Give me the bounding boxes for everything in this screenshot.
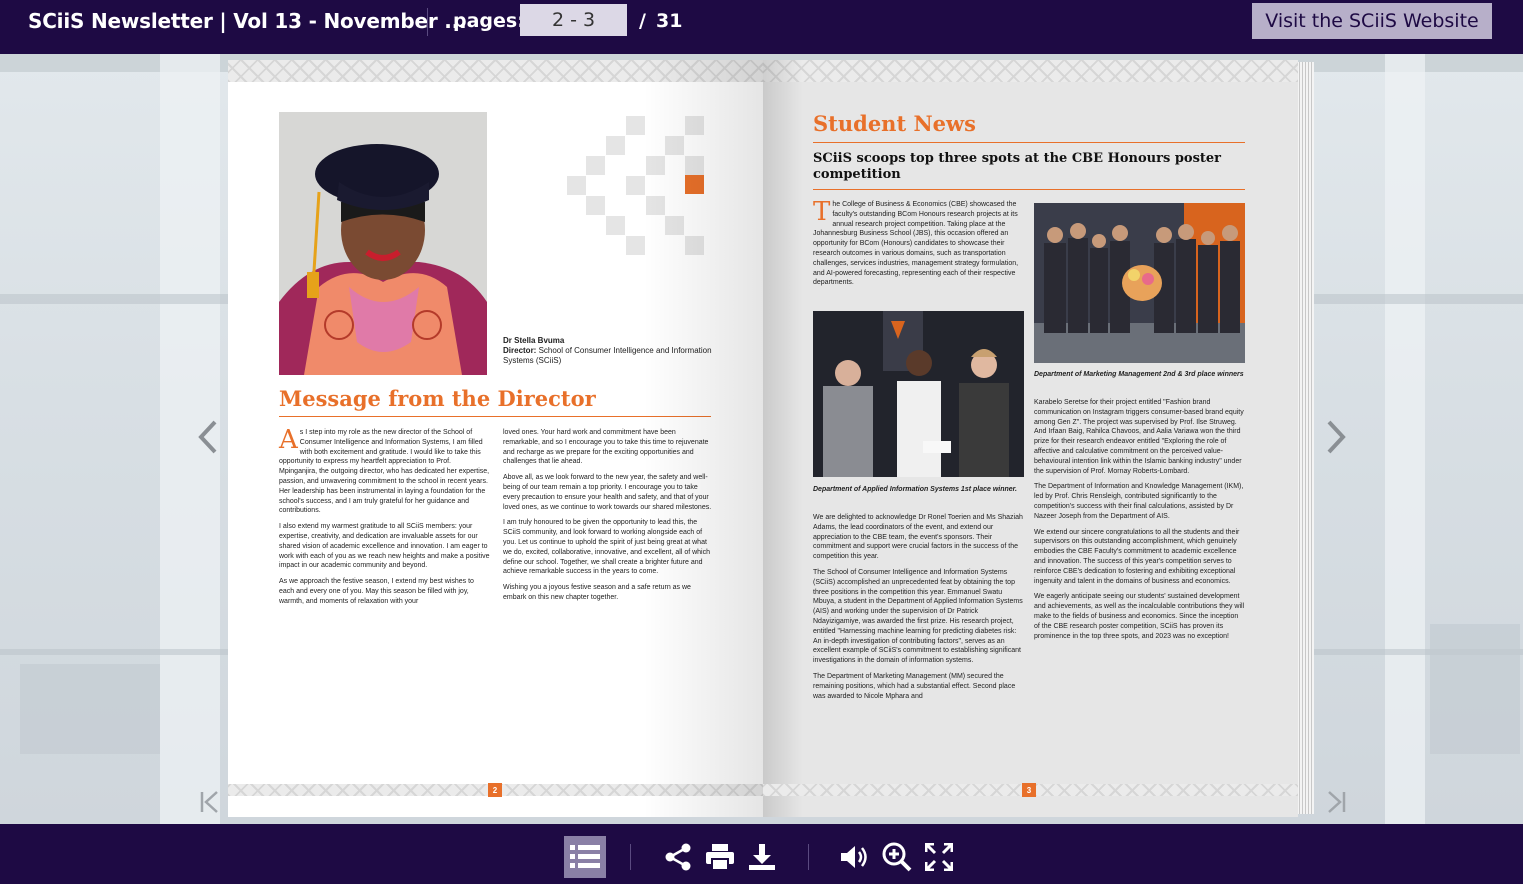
pages-label: pages: <box>453 10 525 32</box>
page-heading: Student News <box>813 111 976 136</box>
page-number-input[interactable] <box>520 4 627 36</box>
heading-rule <box>813 142 1245 143</box>
document-title: SCiiS Newsletter | Vol 13 - November ... <box>28 9 467 33</box>
first-page-icon[interactable] <box>190 782 230 822</box>
paragraph: s I step into my role as the new directo… <box>279 429 490 515</box>
share-icon[interactable] <box>657 836 699 878</box>
divider <box>427 8 428 36</box>
director-portrait <box>279 112 487 375</box>
top-bar: SCiiS Newsletter | Vol 13 - November ...… <box>0 0 1523 54</box>
previous-page-arrow[interactable] <box>188 417 228 457</box>
next-page-arrow[interactable] <box>1316 417 1356 457</box>
page-2[interactable]: Dr Stella Bvuma Director: School of Cons… <box>228 60 763 817</box>
caption-role-label: Director: <box>503 346 537 355</box>
ais-winner-photo <box>813 311 1024 477</box>
paragraph: I also extend my warmest gratitude to al… <box>279 523 490 570</box>
paragraph: The School of Consumer Intelligence and … <box>813 568 1023 665</box>
toolbar-divider <box>630 844 631 870</box>
marketing-winners-photo <box>1034 203 1245 363</box>
paragraph: he College of Business & Economics (CBE)… <box>813 201 1019 287</box>
spine-shadow <box>763 60 803 817</box>
article-column-b: Karabelo Seretse for their project entit… <box>1034 398 1246 647</box>
paragraph: We extend our sincere congratulations to… <box>1034 528 1240 585</box>
volume-icon[interactable] <box>833 836 875 878</box>
caption-name: Dr Stella Bvuma <box>503 336 565 345</box>
last-page-icon[interactable] <box>1316 782 1356 822</box>
decorative-band <box>763 60 1298 82</box>
spine-shadow <box>643 60 763 817</box>
photo-caption: Department of Applied Information System… <box>813 486 1017 493</box>
photo-caption: Department of Marketing Management 2nd &… <box>1034 371 1244 378</box>
paragraph: As we approach the festive season, I ext… <box>279 578 474 605</box>
page-number-badge: 3 <box>1022 783 1036 797</box>
flipbook[interactable]: Dr Stella Bvuma Director: School of Cons… <box>228 60 1314 817</box>
window-frame <box>1385 54 1425 824</box>
list-icon[interactable] <box>564 836 606 878</box>
drop-cap: T <box>813 197 831 227</box>
print-icon[interactable] <box>699 836 741 878</box>
article-column-1: As I step into my role as the new direct… <box>279 425 491 613</box>
download-icon[interactable] <box>741 836 783 878</box>
paragraph: The Department of Marketing Management (… <box>813 672 1016 700</box>
zoom-in-icon[interactable] <box>876 836 918 878</box>
intro-paragraph: The College of Business & Economics (CBE… <box>813 197 1025 294</box>
paragraph: We are delighted to acknowledge Dr Ronel… <box>813 514 1023 561</box>
paragraph: We eagerly anticipate seeing our student… <box>1034 593 1245 640</box>
page-heading: Message from the Director <box>279 386 596 411</box>
paragraph: The Department of Information and Knowle… <box>1034 483 1244 520</box>
article-subheading: SCiiS scoops top three spots at the CBE … <box>813 151 1222 182</box>
subheading-rule <box>813 189 1245 190</box>
article-column-a: We are delighted to acknowledge Dr Ronel… <box>813 513 1025 707</box>
visit-website-button[interactable]: Visit the SCiiS Website <box>1252 3 1492 39</box>
page-3[interactable]: Student News SCiiS scoops top three spot… <box>763 60 1298 817</box>
page-separator: / <box>639 10 646 32</box>
drop-cap: A <box>279 425 298 455</box>
toolbar-divider <box>808 844 809 870</box>
paragraph: Karabelo Seretse for their project entit… <box>1034 399 1244 475</box>
page-number-badge: 2 <box>488 783 502 797</box>
bottom-toolbar <box>0 824 1523 884</box>
total-pages: 31 <box>656 10 683 32</box>
fullscreen-icon[interactable] <box>918 836 960 878</box>
